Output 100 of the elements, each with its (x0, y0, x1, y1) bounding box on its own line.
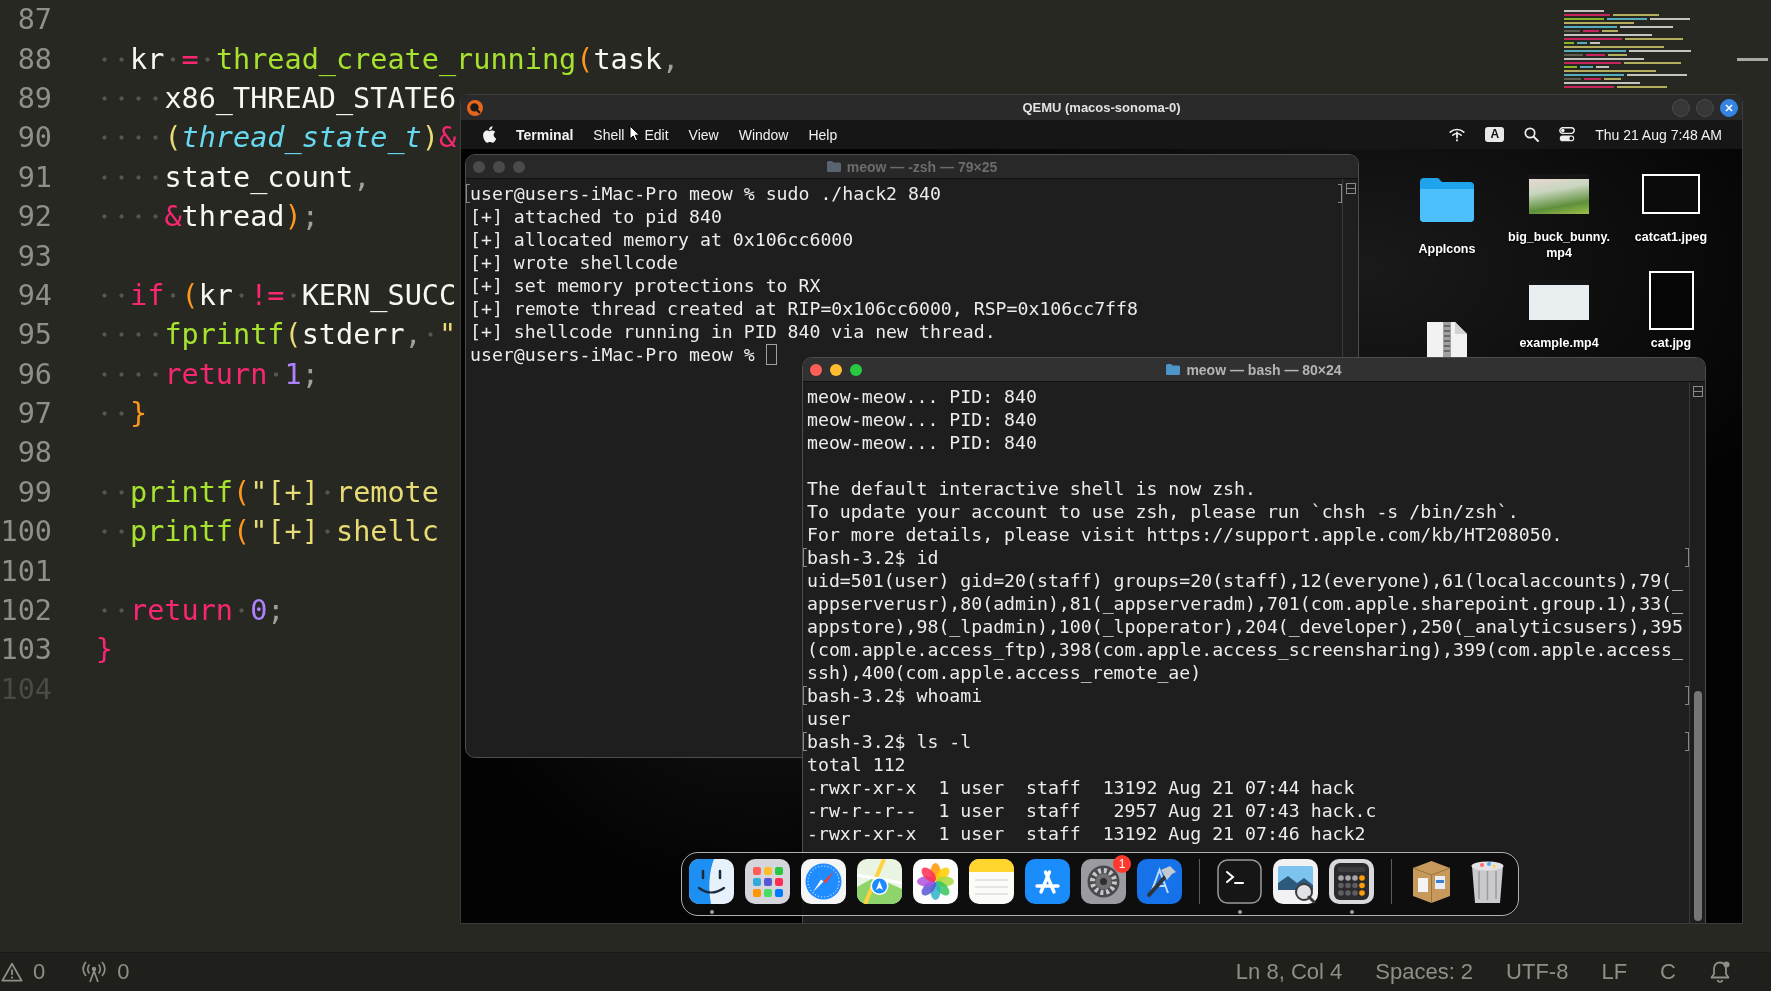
close-icon[interactable] (1725, 103, 1733, 112)
search-icon[interactable] (1524, 127, 1540, 142)
warning-count[interactable]: 0 (33, 959, 46, 985)
terminal-line: bash-3.2$ id (807, 546, 939, 569)
flower-icon[interactable] (913, 859, 958, 904)
code-line: x86_THREAD_STATE6 (95, 81, 457, 115)
code-line: printf("[+] remote (95, 475, 439, 509)
scrollbar-thumb[interactable] (1737, 58, 1768, 61)
smiley-face-icon[interactable] (689, 859, 734, 904)
line-number: 97 (16, 397, 52, 431)
line-number: 94 (16, 278, 52, 312)
language-mode[interactable]: C (1660, 959, 1676, 985)
code-line: return 0; (95, 594, 285, 628)
logo-icon (467, 99, 483, 116)
terminal-line: [+] attached to pid 840 (470, 205, 722, 228)
file-name[interactable]: cat.jpg (1650, 335, 1692, 351)
split-view-icon[interactable] (1692, 386, 1703, 397)
line-number: 91 (16, 160, 52, 194)
file-name[interactable]: example.mp4 (1519, 335, 1599, 351)
line-number: 98 (16, 436, 52, 470)
cursor-position[interactable]: Ln 8, Col 4 (1235, 959, 1343, 985)
terminal-line: (com.apple.access_ftp),398(com.apple.access_screensharing),399(com.apple.access_ (807, 638, 1683, 661)
terminal-line: [+] shellcode running in PID 840 via new thread. (470, 320, 996, 343)
map-icon[interactable] (857, 859, 902, 904)
app-grid-icon[interactable] (745, 859, 790, 904)
a-symbol-icon[interactable] (1025, 859, 1070, 904)
zip-file-icon[interactable] (1425, 322, 1469, 358)
window-title: meow — bash — 80×24 (1186, 361, 1342, 378)
gear-icon[interactable] (1081, 859, 1126, 904)
toggles-icon[interactable] (1559, 127, 1576, 142)
folder-icon[interactable] (1418, 176, 1476, 224)
line-number: 99 (16, 475, 52, 509)
code-line: } (95, 633, 113, 667)
menu-item[interactable]: Shell (593, 125, 625, 144)
line-ending-setting[interactable]: LF (1601, 959, 1628, 985)
menu-item[interactable]: View (688, 125, 719, 144)
menu-item[interactable]: Terminal (516, 125, 574, 144)
line-number: 92 (16, 200, 52, 234)
line-number: 95 (16, 318, 52, 352)
terminal-line: user@users-iMac-Pro meow % (470, 343, 755, 366)
video-thumbnail[interactable] (1529, 174, 1589, 214)
terminal-line: [+] wrote shellcode (470, 251, 679, 274)
terminal-line: total 112 (807, 753, 906, 776)
photo-placeholder[interactable] (1648, 270, 1694, 330)
terminal-line: user@users-iMac-Pro meow % sudo ./hack2 840 (470, 182, 941, 205)
window-title: meow — -zsh — 79×25 (846, 158, 998, 175)
file-name[interactable]: big_buck_bunny.mp4 (1504, 229, 1614, 261)
encoding-setting[interactable]: UTF-8 (1506, 959, 1569, 985)
line-number: 89 (16, 81, 52, 115)
terminal-line: appserverusr),80(admin),81(_appserveradm),701(com.apple.sharepoint.group.1),33(_ (807, 592, 1683, 615)
terminal-line: meow-meow... PID: 840 (807, 431, 1037, 454)
terminal-line: user (807, 707, 851, 730)
zoom-button[interactable] (850, 363, 862, 376)
bell-icon[interactable] (1709, 960, 1731, 984)
line-number: 103 (0, 633, 52, 667)
terminal-line: -rwxr-xr-x 1 user staff 13192 Aug 21 07:46 hack2 (807, 822, 1366, 845)
terminal-icon[interactable] (1217, 859, 1262, 904)
minimize-button[interactable] (830, 363, 842, 376)
photo-placeholder[interactable] (1642, 174, 1700, 214)
notepad-icon[interactable] (969, 859, 1014, 904)
menu-clock[interactable]: Thu 21 Aug 7:48 AM (1595, 125, 1722, 144)
menu-item[interactable]: Edit (644, 125, 669, 144)
terminal-line: [+] allocated memory at 0x106cc6000 (470, 228, 854, 251)
line-number: 90 (16, 121, 52, 155)
video-thumbnail[interactable] (1529, 280, 1589, 320)
picture-icon[interactable] (1273, 859, 1318, 904)
input-source-indicator[interactable]: A (1485, 127, 1505, 142)
compass-icon[interactable] (801, 859, 846, 904)
code-line: state_count, (95, 160, 371, 194)
window-title: QEMU (macos-sonoma-0) (1022, 100, 1181, 115)
scrollbar-thumb[interactable] (1693, 691, 1702, 921)
terminal-line: uid=501(user) gid=20(staff) groups=20(staff),12(everyone),61(localaccounts),79(_ (807, 569, 1683, 592)
terminal-line: -rwxr-xr-x 1 user staff 13192 Aug 21 07:44 hack (807, 776, 1355, 799)
apple-icon[interactable] (482, 126, 496, 143)
code-line: fprintf(stderr, " (95, 318, 457, 352)
split-view-icon[interactable] (1345, 183, 1356, 194)
wifi-alert-icon[interactable] (1449, 127, 1466, 142)
menu-item[interactable]: Help (808, 125, 838, 144)
terminal-line: meow-meow... PID: 840 (807, 385, 1037, 408)
file-name[interactable]: catcat1.jpeg (1634, 229, 1708, 245)
line-number: 100 (0, 515, 52, 549)
mouse-pointer-icon (629, 125, 640, 142)
broadcast-count[interactable]: 0 (117, 959, 130, 985)
code-line: &thread); (95, 200, 319, 234)
line-number: 102 (0, 594, 52, 628)
menu-item[interactable]: Window (738, 125, 789, 144)
code-line: } (95, 397, 148, 431)
broadcast-icon[interactable] (81, 961, 108, 983)
hammer-icon[interactable] (1137, 859, 1182, 904)
file-name[interactable]: AppIcons (1418, 241, 1476, 257)
indentation-setting[interactable]: Spaces: 2 (1375, 959, 1474, 985)
warning-icon[interactable] (1, 962, 23, 982)
line-number: 93 (16, 239, 52, 273)
line-number: 88 (16, 42, 52, 76)
code-line: return 1; (95, 357, 319, 391)
folder-icon (826, 161, 841, 172)
line-number: 87 (16, 3, 52, 37)
close-button[interactable] (1720, 98, 1738, 117)
terminal-line: [+] set memory protections to RX (470, 274, 821, 297)
calculator-icon[interactable] (1329, 859, 1374, 904)
